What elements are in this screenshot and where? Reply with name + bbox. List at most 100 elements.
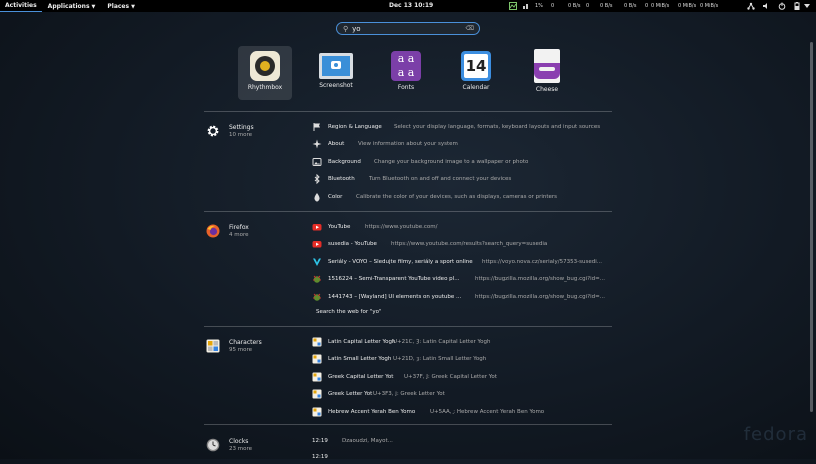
indicator-readout[interactable]: 0 B/s [568, 0, 581, 12]
info-icon [312, 139, 322, 149]
provider-name: Firefox [229, 224, 249, 231]
bugzilla-icon [312, 274, 322, 284]
search-input[interactable]: ⚲ yo ⌫ [336, 22, 480, 35]
result-title: 1441743 – [Wayland] UI elements on youtu… [328, 293, 462, 300]
result-description: https://www.youtube.com/ [365, 224, 438, 230]
provider-name: Characters [229, 339, 262, 346]
cpu-icon[interactable] [522, 2, 530, 10]
firefox-icon [206, 224, 220, 238]
provider-name: Clocks [229, 438, 249, 445]
app-fonts[interactable]: a aa a Fonts [379, 46, 433, 100]
result-title: Latin Small Letter Yogh [328, 356, 392, 363]
color-icon [312, 192, 322, 202]
char-icon [312, 407, 322, 417]
indicator-readout[interactable]: 1% [535, 0, 543, 12]
char-icon [312, 337, 322, 347]
places-label: Places [107, 2, 130, 10]
applications-menu[interactable]: Applications ▼ [42, 3, 102, 10]
indicator-readout[interactable]: 0 B/s [624, 0, 637, 12]
app-cheese[interactable]: Cheese [520, 46, 574, 100]
app-rhythmbox[interactable]: Rhythmbox [238, 46, 292, 100]
provider-more: 95 more [229, 347, 252, 353]
clock[interactable]: Dec 13 10:19 [389, 0, 433, 12]
screenshot-icon [319, 53, 353, 79]
result-title: Region & Language [328, 124, 382, 130]
chevron-down-icon: ▼ [91, 3, 96, 10]
indicator-readout[interactable]: 0 MiB/s [678, 0, 696, 12]
divider [204, 424, 612, 425]
result-title: 12:19 [312, 438, 328, 444]
fonts-icon: a aa a [391, 51, 421, 81]
app-label: Calendar [462, 84, 490, 91]
result-title: Background [328, 158, 361, 165]
result-description: U+3F3, ϳ: Greek Letter Yot [373, 391, 445, 398]
chevron-down-icon[interactable] [804, 3, 810, 9]
result-description: U+37F, Ϳ: Greek Capital Letter Yot [404, 373, 497, 380]
activities-button[interactable]: Activities [0, 0, 42, 12]
result-description: https://bugzilla.mozilla.org/show_bug.cg… [475, 276, 605, 283]
indicator-readout[interactable]: 0 MiB/s [700, 0, 718, 12]
web-search-link[interactable]: Search the web for "yo" [316, 309, 382, 321]
result-title: 12:19 [312, 454, 328, 460]
rhythmbox-icon [250, 51, 280, 81]
char-icon [312, 389, 322, 399]
clear-search-icon[interactable]: ⌫ [466, 25, 474, 32]
scrollbar[interactable] [810, 42, 813, 412]
places-menu[interactable]: Places ▼ [101, 3, 141, 10]
indicator-readout[interactable]: 0 B/s [600, 0, 613, 12]
indicator-readout[interactable]: 0 MiB/s [651, 0, 669, 12]
provider-more: 10 more [229, 132, 252, 138]
cheese-icon [534, 49, 560, 83]
network-icon[interactable] [747, 2, 755, 10]
app-label: Cheese [535, 86, 559, 93]
result-title: Greek Capital Letter Yot [328, 373, 394, 380]
indicator-readout[interactable]: 0 [551, 0, 554, 12]
indicator-readout[interactable]: 0 [645, 0, 648, 12]
app-label: Fonts [397, 84, 415, 91]
result-description: U+5AA, ֪: Hebrew Accent Yerah Ben Yomo [430, 408, 545, 415]
battery-icon[interactable] [793, 2, 801, 10]
search-icon: ⚲ [343, 24, 349, 33]
provider-more: 23 more [229, 446, 252, 452]
app-label: Screenshot [319, 82, 353, 89]
voyo-icon [312, 257, 322, 267]
result-title: About [328, 141, 345, 148]
indicator-readout[interactable]: 0 [586, 0, 589, 12]
result-description: Change your background image to a wallpa… [374, 158, 529, 165]
result-title: Seriály - VOYO – Sledujte filmy, seriály… [328, 258, 473, 265]
provider-name: Settings [229, 124, 254, 131]
result-description: https://voyo.nova.cz/serialy/57353-sused… [482, 258, 602, 265]
divider [204, 326, 612, 327]
result-title: Latin Capital Letter Yogh [328, 339, 396, 345]
app-calendar[interactable]: 14 Calendar [449, 46, 503, 100]
top-bar: Activities Applications ▼ Places ▼ Dec 13 … [0, 0, 816, 12]
result-description: U+21C, Ȝ: Latin Capital Letter Yogh [393, 339, 491, 345]
search-value: yo [352, 24, 361, 33]
provider-more: 4 more [229, 232, 249, 238]
result-title: Greek Letter Yot [328, 391, 373, 398]
bluetooth-icon [312, 173, 322, 185]
calendar-day: 14 [464, 54, 488, 78]
result-title: Bluetooth [328, 176, 355, 183]
result-description: View information about your system [358, 141, 458, 148]
result-title: Color [328, 193, 343, 200]
divider [204, 111, 612, 112]
system-monitor-icon[interactable] [509, 2, 517, 10]
result-description: U+21D, ȝ: Latin Small Letter Yogh [393, 356, 487, 363]
result-description: Dzaoudzi, Mayot... [342, 438, 393, 444]
result-title: YouTube [328, 224, 351, 230]
clock-icon [206, 438, 220, 452]
volume-icon[interactable] [762, 2, 770, 10]
web-search-label: Search the web for "yo" [316, 309, 382, 315]
power-icon[interactable] [778, 2, 786, 10]
result-description: Turn Bluetooth on and off and connect yo… [369, 176, 512, 183]
calendar-icon: 14 [461, 51, 491, 81]
fedora-watermark: fedora [743, 424, 808, 445]
flag-icon [312, 122, 322, 132]
result-description: https://www.youtube.com/results?search_q… [391, 241, 548, 248]
app-screenshot[interactable]: Screenshot [309, 46, 363, 100]
result-description: Select your display language, formats, k… [394, 124, 601, 130]
result-description: https://bugzilla.mozilla.org/show_bug.cg… [475, 293, 605, 300]
chevron-down-icon: ▼ [131, 3, 135, 10]
result-title: susedia - YouTube [328, 241, 377, 248]
